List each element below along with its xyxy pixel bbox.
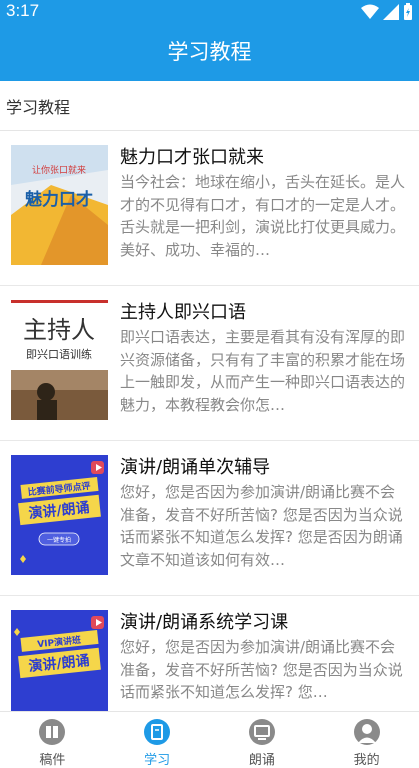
- course-item-host-speech[interactable]: 主持人 即兴口语训练 主持人即兴口语 即兴口语表达，主要是看其有没有浑厚的即兴资…: [0, 286, 419, 441]
- thumb-sub-text: 即兴口语训练: [26, 347, 92, 361]
- thumb-main-text: 魅力口才: [25, 189, 93, 210]
- nav-label: 稿件: [39, 753, 66, 768]
- status-icons: [361, 3, 413, 20]
- nav-tab-manuscripts[interactable]: 稿件: [0, 712, 105, 768]
- book-icon: [39, 719, 66, 745]
- nav-tab-mine[interactable]: 我的: [314, 712, 419, 768]
- nav-label: 学习: [144, 753, 171, 768]
- course-item-eloquence[interactable]: 让你张口就来 魅力口才 魅力口才张口就来 当今社会：地球在缩小，舌头在延长。是人…: [0, 131, 419, 286]
- course-thumbnail: 比赛前导师点评 演讲/朗诵 一键专拍: [11, 455, 108, 575]
- study-icon: [144, 719, 171, 745]
- recite-icon: [248, 719, 275, 745]
- course-title: 演讲/朗诵单次辅导: [120, 457, 271, 478]
- course-item-single-coaching[interactable]: 比赛前导师点评 演讲/朗诵 一键专拍 演讲/朗诵单次辅导 您好，您是否因为参加演…: [0, 441, 419, 596]
- bottom-nav: 稿件 学习 朗诵 我的: [0, 711, 419, 768]
- course-title: 魅力口才张口就来: [120, 147, 264, 168]
- course-thumbnail: 主持人 即兴口语训练: [11, 300, 108, 420]
- app-title: 学习教程: [0, 24, 419, 81]
- thumb-main-text: 主持人: [23, 316, 95, 344]
- thumb-tagline: 让你张口就来: [32, 164, 86, 176]
- wifi-icon: [361, 4, 379, 19]
- course-title: 主持人即兴口语: [120, 302, 246, 323]
- signal-icon: [383, 3, 399, 20]
- nav-label: 我的: [353, 753, 380, 768]
- course-thumbnail: 让你张口就来 魅力口才: [11, 145, 108, 265]
- course-description: 当今社会：地球在缩小，舌头在延长。是人才的不见得有口才，有口才的一定是人才。 舌…: [120, 173, 406, 259]
- course-list: 让你张口就来 魅力口才 魅力口才张口就来 当今社会：地球在缩小，舌头在延长。是人…: [0, 131, 419, 751]
- thumb-button-text: 一键专拍: [47, 536, 71, 544]
- course-description: 您好，您是否因为参加演讲/朗诵比赛不会准备，发音不好所苦恼? 您是否因为当众说话…: [120, 483, 403, 569]
- status-time: 3:17: [6, 1, 40, 20]
- section-title: 学习教程: [6, 98, 71, 117]
- course-description: 即兴口语表达，主要是看其有没有浑厚的即兴资源储备，只有有了丰富的积累才能在场上一…: [120, 328, 406, 414]
- nav-label: 朗诵: [248, 753, 275, 768]
- status-bar: 3:17: [0, 0, 419, 24]
- nav-tab-recite[interactable]: 朗诵: [210, 712, 315, 768]
- battery-icon: [404, 3, 412, 20]
- section-header: 学习教程: [0, 81, 419, 131]
- user-icon: [353, 719, 380, 745]
- nav-tab-study[interactable]: 学习: [105, 712, 210, 768]
- course-title: 演讲/朗诵系统学习课: [120, 612, 289, 633]
